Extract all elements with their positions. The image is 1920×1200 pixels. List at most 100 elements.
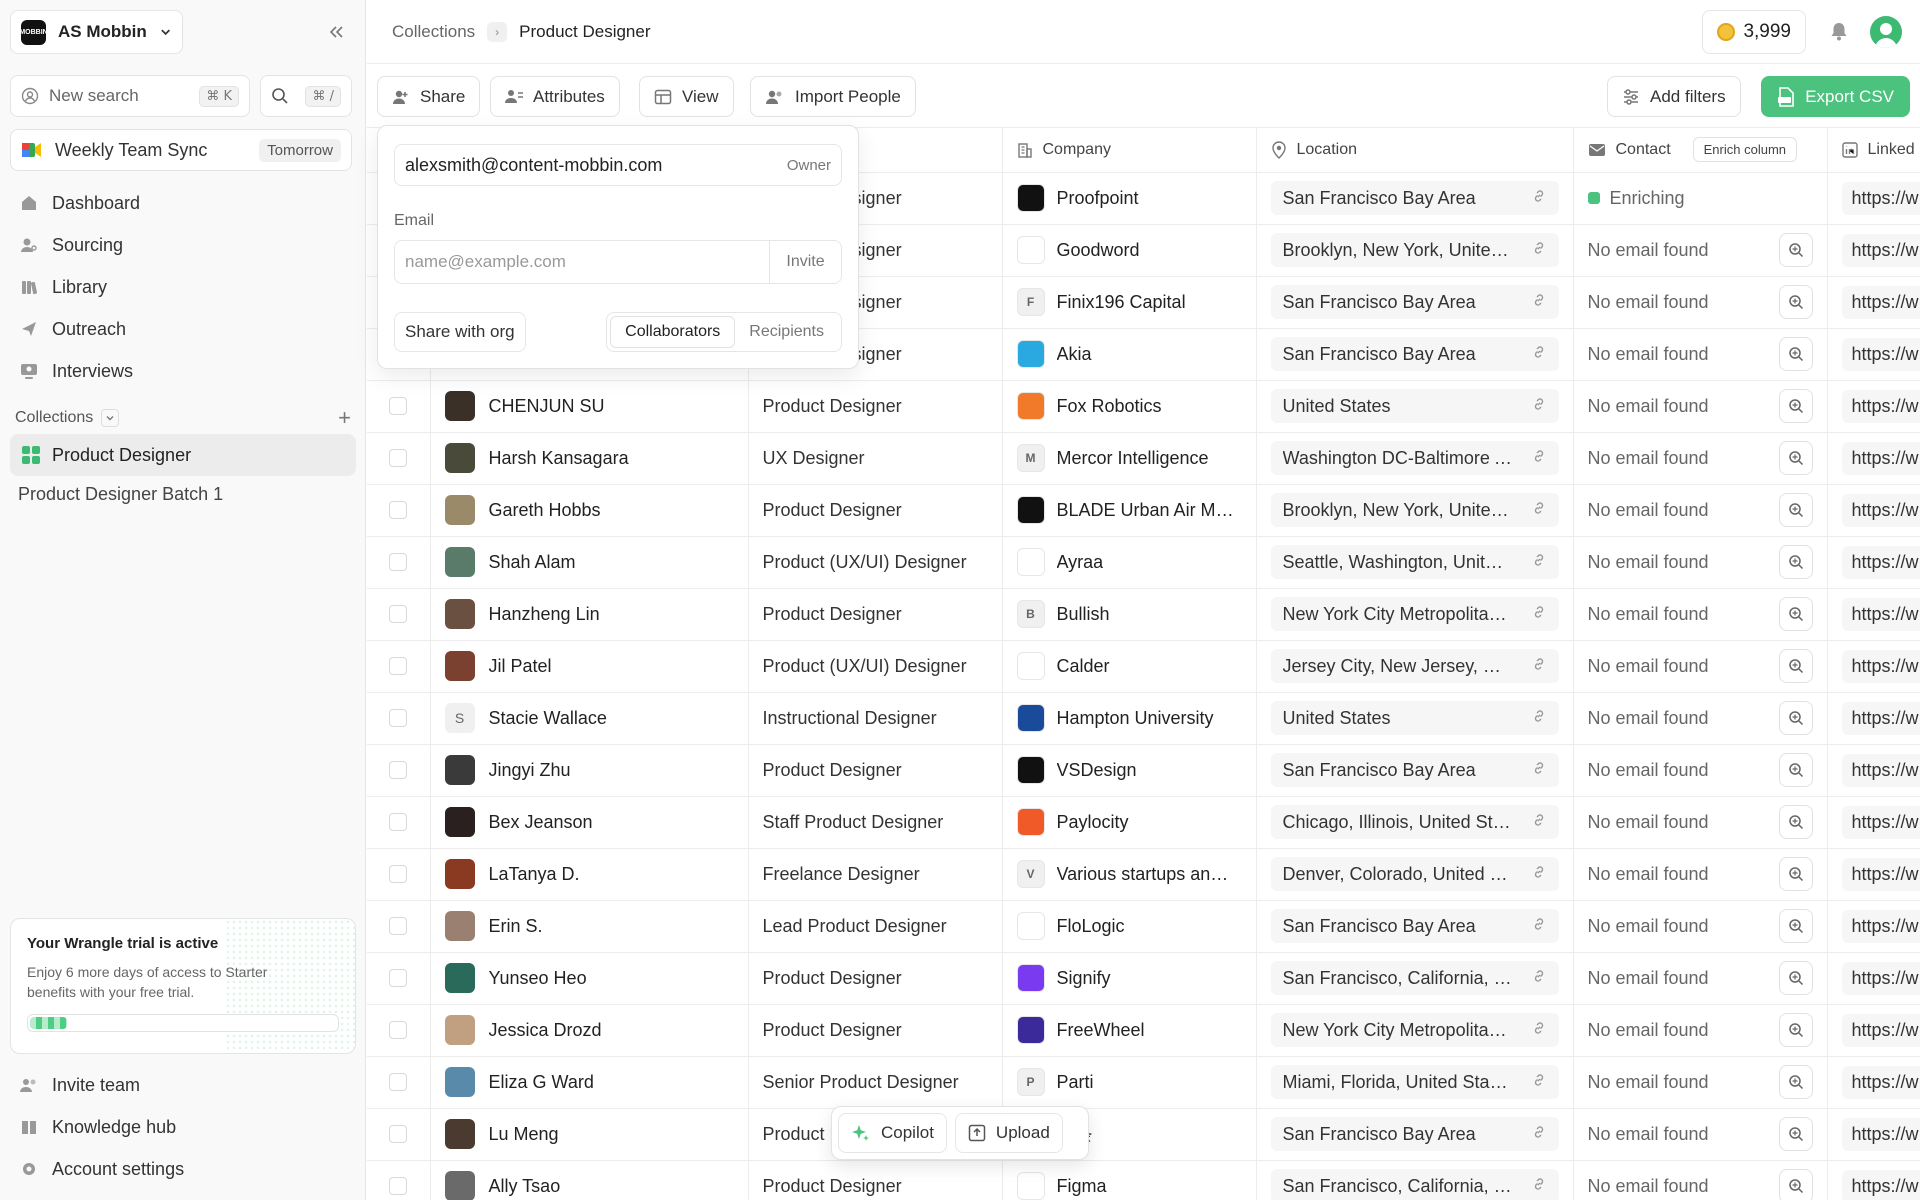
company-cell[interactable]: BLADE Urban Air Mobility: [1002, 484, 1257, 537]
contact-cell[interactable]: No email found: [1573, 1108, 1828, 1161]
name-cell[interactable]: Jingyi Zhu: [430, 744, 749, 797]
table-row[interactable]: Jingyi Zhu Product Designer VSDesign San…: [367, 744, 1920, 797]
linkedin-link[interactable]: https://w: [1841, 441, 1920, 475]
company-cell[interactable]: Figma: [1002, 1160, 1257, 1200]
company-cell[interactable]: Paylocity: [1002, 796, 1257, 849]
upload-button[interactable]: Upload: [954, 1113, 1063, 1153]
table-row[interactable]: Shah Alam Product (UX/UI) Designer Ayraa…: [367, 536, 1920, 589]
row-checkbox[interactable]: [389, 501, 408, 519]
location-cell[interactable]: New York City Metropolitan Area: [1256, 588, 1574, 641]
location-cell[interactable]: San Francisco Bay Area: [1256, 276, 1574, 329]
contact-cell[interactable]: No email found: [1573, 796, 1828, 849]
linkedin-cell[interactable]: https://w: [1827, 744, 1920, 797]
contact-cell[interactable]: No email found: [1573, 536, 1828, 589]
contact-cell[interactable]: No email found: [1573, 1160, 1828, 1200]
add-collection-icon[interactable]: +: [338, 405, 351, 431]
title-cell[interactable]: Freelance Designer: [748, 848, 1003, 901]
contact-cell[interactable]: No email found: [1573, 380, 1828, 433]
table-row[interactable]: S Stacie Wallace Instructional Designer H…: [367, 692, 1920, 745]
find-email-icon[interactable]: [1778, 1169, 1813, 1200]
link-icon[interactable]: [1531, 916, 1547, 937]
location-cell[interactable]: United States: [1256, 692, 1574, 745]
linkedin-cell[interactable]: https://w: [1827, 380, 1920, 433]
attributes-button[interactable]: Attributes: [490, 76, 620, 117]
link-icon[interactable]: [1531, 500, 1547, 521]
company-cell[interactable]: Hampton University: [1002, 692, 1257, 745]
name-cell[interactable]: Ally Tsao: [430, 1160, 749, 1200]
header-location[interactable]: Location: [1256, 128, 1574, 173]
link-icon[interactable]: [1531, 188, 1547, 209]
table-row[interactable]: Harsh Kansagara UX Designer M Mercor Inte…: [367, 432, 1920, 485]
link-icon[interactable]: [1531, 656, 1547, 677]
linkedin-link[interactable]: https://w: [1841, 1013, 1920, 1047]
nav-item-knowledge-hub[interactable]: Knowledge hub: [10, 1106, 356, 1148]
name-cell[interactable]: Shah Alam: [430, 536, 749, 589]
location-cell[interactable]: San Francisco, California, United States: [1256, 952, 1574, 1005]
title-cell[interactable]: Product Designer: [748, 1160, 1003, 1200]
row-checkbox[interactable]: [389, 1021, 408, 1039]
linkedin-cell[interactable]: https://w: [1827, 588, 1920, 641]
company-cell[interactable]: Calder: [1002, 640, 1257, 693]
linkedin-link[interactable]: https://w: [1841, 649, 1920, 683]
linkedin-cell[interactable]: https://w: [1827, 796, 1920, 849]
row-checkbox[interactable]: [389, 917, 408, 935]
location-cell[interactable]: Miami, Florida, United States: [1256, 1056, 1574, 1109]
linkedin-link[interactable]: https://w: [1841, 285, 1920, 319]
copilot-button[interactable]: Copilot: [838, 1113, 947, 1153]
row-checkbox[interactable]: [389, 397, 408, 415]
linkedin-cell[interactable]: https://w: [1827, 224, 1920, 277]
link-icon[interactable]: [1531, 552, 1547, 573]
company-cell[interactable]: F Finix196 Capital: [1002, 276, 1257, 329]
contact-cell[interactable]: No email found: [1573, 744, 1828, 797]
org-switcher[interactable]: MOBBIN AS Mobbin: [10, 10, 183, 54]
linkedin-cell[interactable]: https://w: [1827, 1160, 1920, 1200]
bell-icon[interactable]: [1828, 20, 1850, 42]
contact-cell[interactable]: No email found: [1573, 588, 1828, 641]
company-cell[interactable]: Proofpoint: [1002, 172, 1257, 225]
linkedin-link[interactable]: https://w: [1841, 909, 1920, 943]
contact-cell[interactable]: No email found: [1573, 692, 1828, 745]
link-icon[interactable]: [1531, 1020, 1547, 1041]
linkedin-link[interactable]: https://w: [1841, 233, 1920, 267]
company-cell[interactable]: V Various startups and agencies: [1002, 848, 1257, 901]
title-cell[interactable]: Product (UX/UI) Designer: [748, 640, 1003, 693]
location-cell[interactable]: New York City Metropolitan Area: [1256, 1004, 1574, 1057]
row-checkbox[interactable]: [389, 865, 408, 883]
view-button[interactable]: View: [639, 76, 734, 117]
company-cell[interactable]: Goodword: [1002, 224, 1257, 277]
linkedin-link[interactable]: https://w: [1841, 1169, 1920, 1200]
title-cell[interactable]: Product Designer: [748, 588, 1003, 641]
location-cell[interactable]: Jersey City, New Jersey, United States: [1256, 640, 1574, 693]
table-row[interactable]: Yunseo Heo Product Designer Signify San …: [367, 952, 1920, 1005]
linkedin-link[interactable]: https://w: [1841, 701, 1920, 735]
find-email-icon[interactable]: [1778, 285, 1813, 319]
credits-badge[interactable]: 3,999: [1702, 10, 1806, 54]
linkedin-cell[interactable]: https://w: [1827, 1056, 1920, 1109]
linkedin-cell[interactable]: https://w: [1827, 900, 1920, 953]
table-row[interactable]: Jessica Drozd Product Designer FreeWheel…: [367, 1004, 1920, 1057]
find-email-icon[interactable]: [1778, 701, 1813, 735]
company-cell[interactable]: Akia: [1002, 328, 1257, 381]
table-row[interactable]: Bex Jeanson Staff Product Designer Paylo…: [367, 796, 1920, 849]
table-row[interactable]: Gareth Hobbs Product Designer BLADE Urba…: [367, 484, 1920, 537]
invite-email-input[interactable]: name@example.com: [395, 252, 769, 272]
link-icon[interactable]: [1531, 760, 1547, 781]
company-cell[interactable]: Signify: [1002, 952, 1257, 1005]
find-email-icon[interactable]: [1778, 389, 1813, 423]
find-email-icon[interactable]: [1778, 805, 1813, 839]
nav-item-account-settings[interactable]: Account settings: [10, 1148, 356, 1190]
contact-cell[interactable]: No email found: [1573, 328, 1828, 381]
share-with-org-button[interactable]: Share with org: [394, 312, 526, 352]
linkedin-cell[interactable]: https://w: [1827, 484, 1920, 537]
link-icon[interactable]: [1531, 604, 1547, 625]
name-cell[interactable]: Jil Patel: [430, 640, 749, 693]
link-icon[interactable]: [1531, 708, 1547, 729]
contact-cell[interactable]: No email found: [1573, 484, 1828, 537]
row-checkbox[interactable]: [389, 657, 408, 675]
location-cell[interactable]: San Francisco, California, United States: [1256, 1160, 1574, 1200]
company-cell[interactable]: Ayraa: [1002, 536, 1257, 589]
linkedin-link[interactable]: https://w: [1841, 961, 1920, 995]
linkedin-cell[interactable]: https://w: [1827, 848, 1920, 901]
row-checkbox[interactable]: [389, 1177, 408, 1195]
new-search-button[interactable]: New search ⌘ K: [10, 75, 250, 117]
